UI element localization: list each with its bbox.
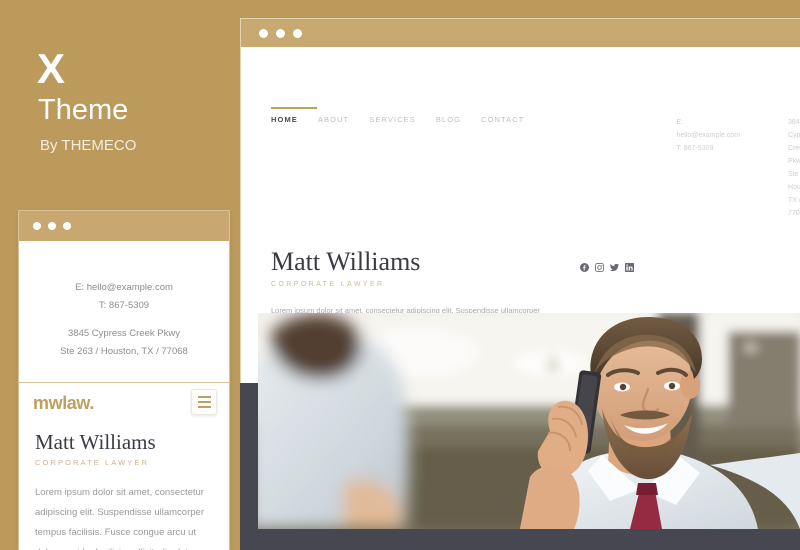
hamburger-line-2 [197, 401, 211, 404]
window-maximize-dot[interactable] [293, 28, 302, 38]
theme-byline: By THEMECO [40, 137, 137, 154]
nav-item-blog[interactable]: BLOG [436, 115, 461, 124]
window-minimize-dot[interactable] [276, 28, 285, 38]
hamburger-menu-icon[interactable] [191, 389, 217, 416]
nav-item-home[interactable]: HOME [271, 115, 298, 124]
hero-photo [258, 313, 800, 529]
mobile-page-title: Matt Williams [35, 430, 156, 455]
mobile-address-line1: 3845 Cypress Creek Pkwy [68, 328, 180, 340]
mobile-intro-paragraph: Lorem ipsum dolor sit amet, consectetur … [35, 487, 204, 550]
twitter-icon[interactable] [610, 263, 619, 272]
header-phone[interactable]: T: 867-5309 [677, 143, 741, 156]
nav-accent-line [271, 107, 317, 109]
mobile-window-titlebar [19, 211, 229, 241]
header-contact-email-phone: E: hello@example.com T: 867-5309 [677, 117, 741, 221]
mobile-window-maximize-dot[interactable] [63, 222, 71, 230]
desktop-hero-text: Matt Williams CORPORATE LAWYER [271, 246, 421, 288]
linkedin-icon[interactable] [625, 262, 634, 272]
desktop-window-titlebar [241, 19, 800, 47]
desktop-header: HOME ABOUT SERVICES BLOG CONTACT E: hell… [241, 47, 800, 221]
mobile-phone[interactable]: T: 867-5309 [19, 297, 229, 315]
theme-title: Theme [38, 94, 129, 126]
mobile-navbar: mwlaw. [19, 383, 229, 416]
hamburger-line-1 [197, 396, 211, 399]
desktop-hero: Matt Williams CORPORATE LAWYER [241, 221, 800, 288]
facebook-icon[interactable] [580, 262, 589, 272]
page-subtitle: CORPORATE LAWYER [271, 280, 385, 288]
header-contact-info: E: hello@example.com T: 867-5309 3845 Cy… [677, 117, 800, 221]
instagram-icon[interactable] [595, 262, 604, 272]
nav-item-contact[interactable]: CONTACT [481, 115, 524, 124]
window-close-dot[interactable] [259, 28, 268, 38]
mobile-site-logo[interactable]: mwlaw. [33, 393, 94, 414]
nav-item-about[interactable]: ABOUT [318, 115, 349, 124]
header-contact-address: 3845 Cypress Creek Pkwy Ste 263 / Housto… [788, 117, 800, 221]
social-links [580, 262, 634, 272]
hamburger-line-3 [197, 406, 211, 409]
mobile-contact-block: E: hello@example.com T: 867-5309 3845 Cy… [19, 241, 229, 360]
footer-bar-left-edge [240, 383, 258, 550]
page-title: Matt Williams [271, 246, 421, 276]
mobile-page-body: E: hello@example.com T: 867-5309 3845 Cy… [19, 241, 229, 550]
nav-item-services[interactable]: SERVICES [369, 115, 416, 124]
mobile-browser-window: E: hello@example.com T: 867-5309 3845 Cy… [18, 210, 230, 550]
header-address-line1: 3845 Cypress Creek Pkwy [788, 119, 800, 165]
main-navigation: HOME ABOUT SERVICES BLOG CONTACT [271, 115, 525, 124]
mobile-window-minimize-dot[interactable] [48, 222, 56, 230]
header-address-line2: Ste 263 / Houston, TX / 77068 [788, 170, 800, 217]
mobile-address-line2: Ste 263 / Houston, TX / 77068 [60, 345, 188, 357]
mobile-email[interactable]: E: hello@example.com [19, 279, 229, 297]
mobile-page-subtitle: CORPORATE LAWYER [35, 458, 150, 468]
header-email[interactable]: E: hello@example.com [677, 117, 741, 143]
theme-logo-mark: X [37, 45, 66, 92]
mobile-hero: Matt Williams CORPORATE LAWYER [19, 414, 229, 468]
footer-bar [258, 529, 800, 550]
mobile-window-close-dot[interactable] [33, 222, 41, 230]
